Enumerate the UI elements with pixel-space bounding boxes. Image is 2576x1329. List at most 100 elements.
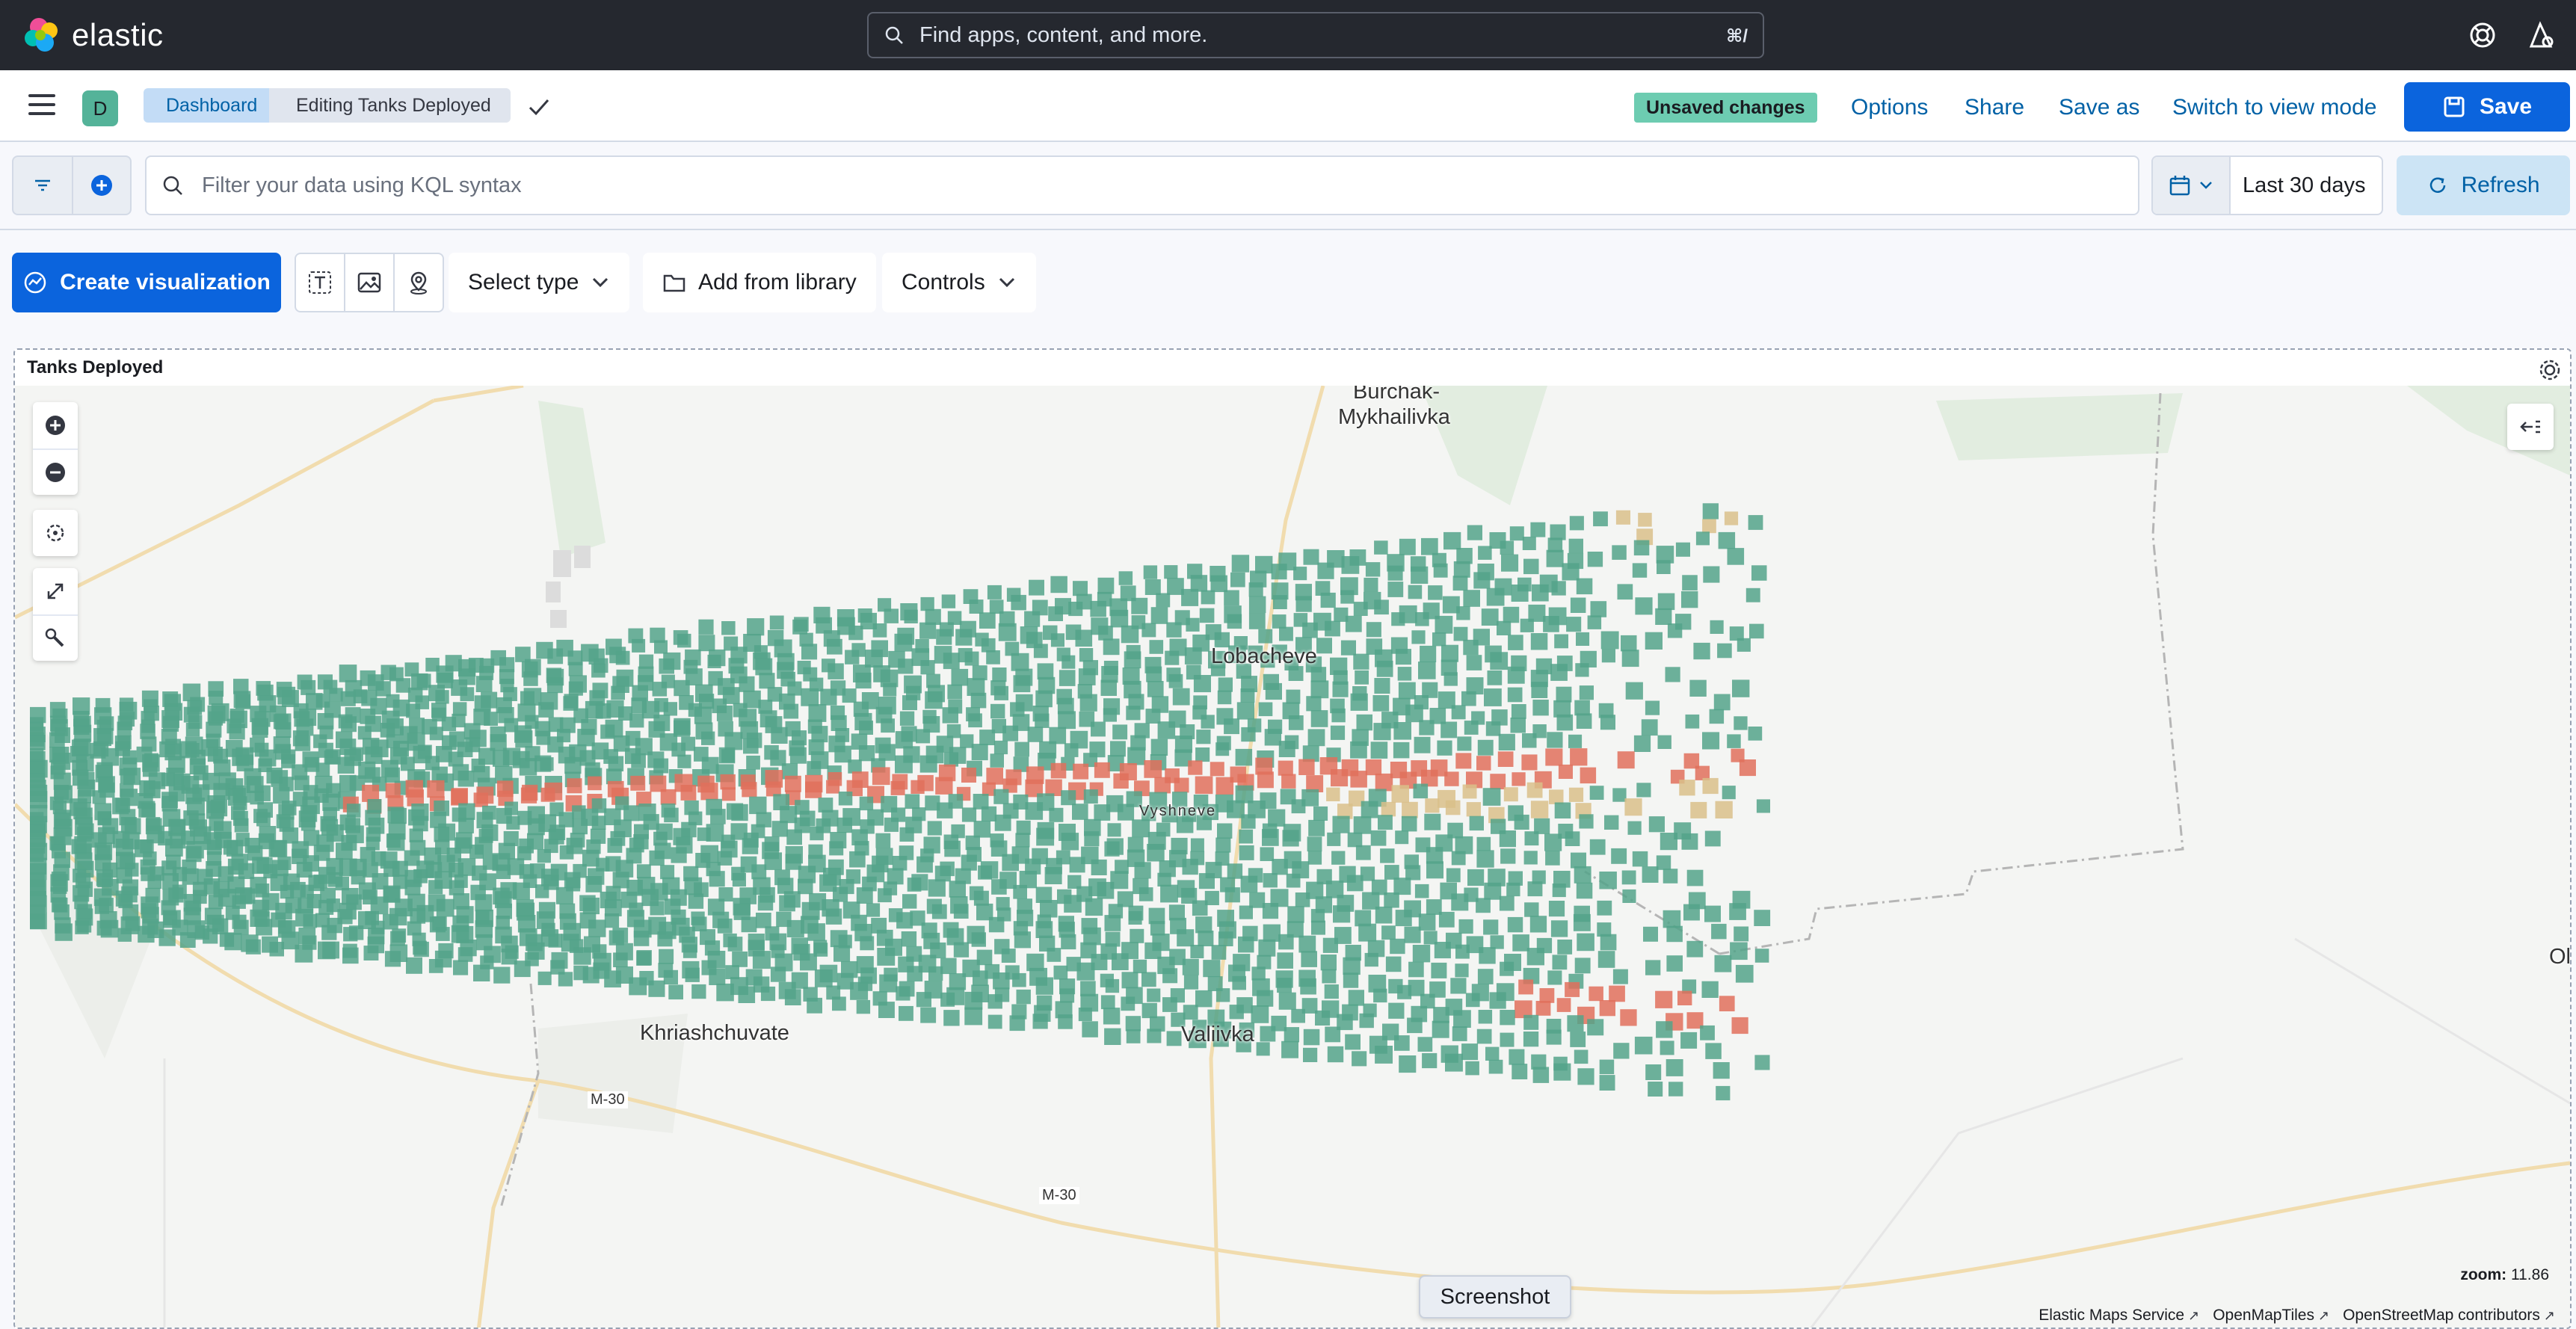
tank-point[interactable] bbox=[1511, 704, 1526, 719]
tank-point[interactable] bbox=[413, 940, 427, 955]
tank-point[interactable] bbox=[1217, 823, 1233, 839]
tank-point[interactable] bbox=[1150, 738, 1168, 756]
tank-point[interactable] bbox=[1727, 548, 1745, 565]
tank-point[interactable] bbox=[1327, 1046, 1344, 1063]
tank-point[interactable] bbox=[884, 608, 899, 623]
tank-point[interactable] bbox=[1231, 555, 1250, 573]
tank-point[interactable] bbox=[993, 740, 1008, 755]
tank-point[interactable] bbox=[1162, 997, 1177, 1012]
tank-point[interactable] bbox=[1029, 579, 1044, 596]
tank-point[interactable] bbox=[649, 850, 665, 866]
tank-point[interactable] bbox=[1500, 1032, 1515, 1047]
tank-point[interactable] bbox=[742, 838, 759, 854]
tank-point[interactable] bbox=[1316, 638, 1332, 654]
tank-point[interactable] bbox=[582, 897, 600, 915]
tank-point[interactable] bbox=[1633, 735, 1651, 752]
tank-point[interactable] bbox=[1332, 681, 1349, 697]
tank-point[interactable] bbox=[1576, 882, 1593, 899]
tank-point[interactable] bbox=[1683, 904, 1700, 921]
tank-point[interactable] bbox=[1415, 612, 1429, 626]
tank-point[interactable] bbox=[879, 974, 898, 993]
tank-point[interactable] bbox=[1463, 590, 1480, 607]
zoom-in-button[interactable] bbox=[33, 402, 78, 448]
tank-point[interactable] bbox=[1050, 762, 1067, 779]
tank-point[interactable] bbox=[449, 880, 464, 895]
tank-point[interactable] bbox=[759, 673, 775, 689]
tank-point[interactable] bbox=[1523, 851, 1538, 865]
tank-point[interactable] bbox=[1617, 751, 1635, 769]
tank-point[interactable] bbox=[233, 919, 249, 935]
tank-point[interactable] bbox=[721, 749, 736, 763]
tank-point[interactable] bbox=[697, 827, 711, 842]
tank-point[interactable] bbox=[1147, 681, 1164, 697]
tank-point[interactable] bbox=[1036, 827, 1055, 846]
tank-point[interactable] bbox=[1666, 1059, 1683, 1076]
tank-point[interactable] bbox=[1138, 887, 1153, 901]
tank-point[interactable] bbox=[1657, 560, 1671, 574]
tank-point[interactable] bbox=[1374, 599, 1389, 615]
tank-point[interactable] bbox=[660, 865, 675, 880]
tank-point[interactable] bbox=[514, 960, 531, 978]
tank-point[interactable] bbox=[1286, 873, 1301, 888]
tank-point[interactable] bbox=[1288, 715, 1304, 730]
tank-point[interactable] bbox=[1256, 1042, 1270, 1056]
tank-point[interactable] bbox=[1700, 1025, 1715, 1040]
tank-point[interactable] bbox=[1573, 913, 1591, 931]
tank-point[interactable] bbox=[1340, 640, 1356, 656]
tank-point[interactable] bbox=[30, 913, 46, 929]
tank-point[interactable] bbox=[742, 782, 757, 798]
tank-point[interactable] bbox=[1327, 832, 1341, 846]
tank-point[interactable] bbox=[1441, 644, 1458, 662]
tank-point[interactable] bbox=[1277, 978, 1292, 993]
tank-point[interactable] bbox=[1695, 531, 1710, 546]
tank-point[interactable] bbox=[1512, 1064, 1528, 1079]
tank-point[interactable] bbox=[1754, 949, 1769, 963]
tank-point[interactable] bbox=[899, 711, 915, 726]
tank-point[interactable] bbox=[1376, 660, 1393, 677]
tank-point[interactable] bbox=[1365, 759, 1382, 776]
tank-point[interactable] bbox=[925, 691, 943, 709]
tank-point[interactable] bbox=[961, 854, 977, 871]
date-picker[interactable]: Last 30 days bbox=[2151, 155, 2383, 215]
tank-point[interactable] bbox=[848, 759, 862, 774]
tank-point[interactable] bbox=[720, 774, 736, 790]
tank-point[interactable] bbox=[1431, 962, 1447, 978]
tank-point[interactable] bbox=[919, 755, 937, 773]
tank-point[interactable] bbox=[519, 758, 537, 776]
tank-point[interactable] bbox=[453, 960, 469, 975]
tank-point[interactable] bbox=[1414, 884, 1429, 898]
tank-point[interactable] bbox=[1091, 721, 1106, 737]
tank-point[interactable] bbox=[1229, 1005, 1244, 1020]
tank-point[interactable] bbox=[1165, 650, 1180, 665]
tank-point[interactable] bbox=[1666, 925, 1683, 943]
tank-point[interactable] bbox=[1485, 1046, 1500, 1061]
tank-point[interactable] bbox=[789, 747, 807, 764]
tank-point[interactable] bbox=[1150, 921, 1165, 936]
tank-point[interactable] bbox=[1141, 972, 1156, 987]
tank-point[interactable] bbox=[55, 923, 73, 941]
tank-point[interactable] bbox=[1047, 948, 1061, 962]
tank-point[interactable] bbox=[161, 772, 175, 786]
tank-point[interactable] bbox=[990, 703, 1005, 719]
tank-point[interactable] bbox=[1412, 945, 1431, 963]
map-canvas[interactable]: Burchak- Mykhailivka Lobacheve Vyshneve … bbox=[15, 386, 2570, 1328]
tank-point[interactable] bbox=[537, 971, 552, 985]
tank-point[interactable] bbox=[660, 789, 677, 805]
tank-point[interactable] bbox=[916, 729, 931, 744]
tank-point[interactable] bbox=[1027, 727, 1044, 742]
tank-point[interactable] bbox=[295, 944, 313, 963]
tank-point[interactable] bbox=[1002, 725, 1019, 741]
tank-point[interactable] bbox=[668, 984, 683, 1000]
tank-point[interactable] bbox=[1751, 565, 1767, 581]
tank-point[interactable] bbox=[1258, 702, 1273, 717]
tank-point[interactable] bbox=[1050, 633, 1064, 647]
tank-point[interactable] bbox=[1655, 608, 1672, 625]
tank-point[interactable] bbox=[739, 676, 755, 692]
tank-point[interactable] bbox=[1668, 1082, 1683, 1097]
tank-point[interactable] bbox=[1282, 830, 1299, 847]
tank-point[interactable] bbox=[1734, 716, 1748, 730]
tank-point[interactable] bbox=[363, 946, 379, 960]
tank-point[interactable] bbox=[520, 787, 537, 804]
tank-point[interactable] bbox=[1452, 1026, 1467, 1041]
tank-point[interactable] bbox=[1118, 571, 1133, 585]
